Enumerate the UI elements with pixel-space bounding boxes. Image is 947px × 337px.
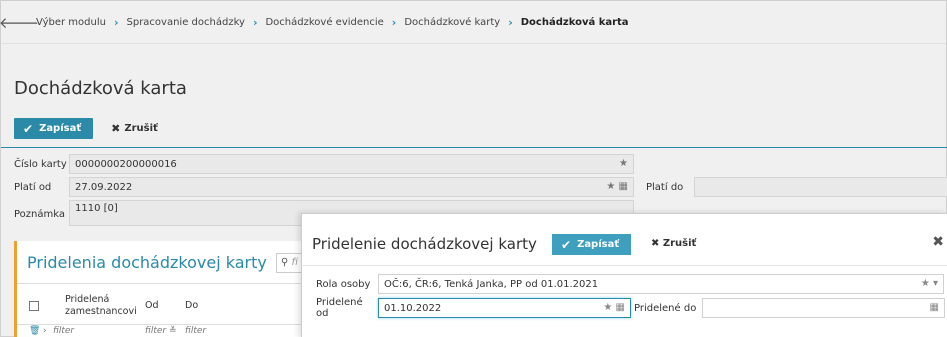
assigned-to-label: Pridelené do (634, 302, 697, 314)
panel-title: Pridelenia dochádzkovej karty (27, 253, 267, 272)
role-row: Rola osoby OČ:6, ČR:6, Tenká Janka, PP o… (316, 274, 944, 294)
screen: 🡐 Výber modulu › Spracovanie dochádzky ›… (0, 0, 947, 337)
valid-to-label: Platí do (646, 181, 684, 193)
dialog-divider (302, 265, 947, 266)
calendar-icon[interactable]: ▦ (930, 302, 939, 313)
dialog-cancel-button[interactable]: ✖ Zrušiť (651, 238, 696, 249)
close-icon: ✖ (651, 238, 660, 249)
cancel-button[interactable]: ✖ Zrušiť (111, 122, 158, 135)
assigned-dates-row: Pridelené od 01.10.2022 ★ ▦ Pridelené do… (316, 297, 945, 319)
column-header-to[interactable]: Do (185, 300, 198, 311)
assignment-dialog: Pridelenie dochádzkovej karty ✔ Zapísať … (301, 213, 947, 337)
chevron-right-icon: › (391, 16, 397, 29)
card-number-field[interactable]: 0000000200000016 ★ (69, 154, 634, 174)
filter-from[interactable]: filter (145, 326, 166, 336)
chevron-right-icon[interactable]: › (43, 326, 47, 336)
valid-to-field[interactable] (694, 177, 947, 197)
star-dropdown-icon[interactable]: ★ ▾ (921, 278, 938, 289)
valid-from-row: Platí od 27.09.2022 ★ ▦ Platí do (14, 177, 947, 197)
filter-to[interactable]: filter (185, 326, 206, 336)
assigned-to-field[interactable]: ▦ (702, 298, 945, 318)
chevron-right-icon: › (508, 16, 513, 29)
calendar-icon[interactable]: ★ ▦ (606, 181, 628, 192)
search-placeholder: fi (291, 257, 298, 268)
filter-employee[interactable]: filter (53, 326, 74, 336)
dialog-title: Pridelenie dochádzkovej karty (312, 235, 537, 253)
chevron-right-icon: › (113, 16, 119, 29)
dialog-save-label: Zapísať (577, 239, 620, 250)
star-icon[interactable]: ★ (619, 158, 628, 169)
breadcrumb-item-records[interactable]: Dochádzkové evidencie (265, 17, 383, 28)
grid-header: Pridelená zamestnancovi Od Do (17, 283, 317, 325)
column-header-from[interactable]: Od (145, 300, 159, 311)
breadcrumb-item-attendance[interactable]: Spracovanie dochádzky (127, 17, 245, 28)
valid-from-value: 27.09.2022 (75, 181, 133, 193)
note-label: Poznámka (14, 209, 65, 220)
assigned-from-value: 01.10.2022 (384, 302, 442, 314)
save-button[interactable]: ✔ Zapísať (14, 118, 94, 139)
search-icon: ⚲ (281, 257, 289, 268)
grid-filter-row: 🗑 › filter filter ≚ filter (17, 325, 317, 337)
close-icon: ✖ (111, 122, 121, 135)
dialog-save-button[interactable]: ✔ Zapísať (552, 234, 632, 255)
breadcrumb-item-current: Dochádzková karta (520, 17, 629, 28)
card-number-row: Číslo karty 0000000200000016 ★ (14, 154, 634, 174)
breadcrumb: 🡐 Výber modulu › Spracovanie dochádzky ›… (0, 2, 946, 44)
page-title: Dochádzková karta (14, 78, 187, 99)
assigned-from-field[interactable]: 01.10.2022 ★ ▦ (378, 298, 631, 318)
divider (1, 147, 947, 148)
select-all-checkbox[interactable] (29, 301, 39, 311)
toolbar: ✔ Zapísať ✖ Zrušiť (14, 118, 158, 139)
save-button-label: Zapísať (39, 123, 82, 134)
dialog-close-icon[interactable]: ✖ (932, 234, 944, 250)
arrow-left-icon: 🡐 (0, 14, 40, 32)
calendar-icon[interactable]: ★ ▦ (603, 302, 625, 313)
assignments-panel: Pridelenia dochádzkovej karty ⚲ fi Pride… (14, 241, 317, 337)
filter-settings-icon[interactable]: ≚ (169, 326, 177, 336)
check-icon: ✔ (23, 121, 34, 136)
dialog-cancel-label: Zrušiť (662, 238, 697, 249)
back-button[interactable]: 🡐 (0, 2, 40, 44)
card-number-label: Číslo karty (14, 158, 67, 170)
trash-icon[interactable]: 🗑 (29, 326, 40, 336)
assigned-from-label: Pridelené od (316, 297, 363, 319)
breadcrumb-item-cards[interactable]: Dochádzkové karty (404, 17, 500, 28)
role-label: Rola osoby (316, 278, 371, 290)
cancel-button-label: Zrušiť (124, 123, 158, 134)
role-value: OČ:6, ČR:6, Tenká Janka, PP od 01.01.202… (384, 278, 599, 290)
note-value: 1110 [0] (75, 203, 118, 214)
column-header-employee[interactable]: Pridelená zamestnancovi (65, 294, 137, 318)
role-field[interactable]: OČ:6, ČR:6, Tenká Janka, PP od 01.01.202… (378, 274, 944, 294)
valid-from-label: Platí od (14, 181, 52, 193)
breadcrumb-item-modules[interactable]: Výber modulu (36, 17, 106, 28)
check-icon: ✔ (561, 237, 572, 252)
chevron-right-icon: › (252, 16, 258, 29)
card-number-value: 0000000200000016 (75, 158, 177, 170)
valid-from-field[interactable]: 27.09.2022 ★ ▦ (69, 177, 634, 197)
